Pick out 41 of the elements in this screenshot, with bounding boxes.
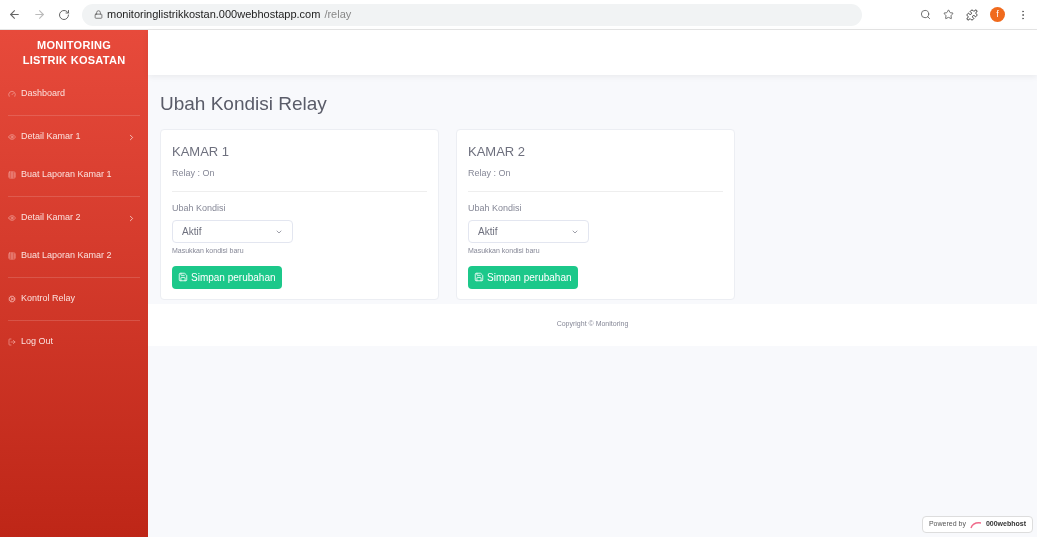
address-bar[interactable]: monitoringlistrikkostan.000webhostapp.com /relay	[82, 3, 862, 26]
back-icon[interactable]	[8, 8, 21, 21]
card-title: KAMAR 2	[468, 142, 527, 161]
gear-icon	[8, 295, 16, 303]
relay-status: Relay : On	[468, 167, 512, 180]
sidebar-item[interactable]: Buat Laporan Kamar 1	[8, 156, 140, 194]
sidebar-item[interactable]: Detail Kamar 2	[8, 199, 140, 237]
sidebar-item[interactable]: Kontrol Relay	[8, 280, 140, 318]
eye-icon	[8, 133, 16, 141]
puzzle-icon[interactable]	[966, 8, 978, 21]
page-title: Ubah Kondisi Relay	[160, 92, 328, 116]
logout-icon	[8, 338, 16, 346]
chevron-icon	[127, 213, 136, 223]
relay-status: Relay : On	[172, 167, 216, 180]
save-icon	[474, 272, 484, 282]
profile-avatar[interactable]: f	[990, 7, 1005, 22]
logo-icon	[969, 520, 982, 529]
lock-icon	[94, 10, 103, 19]
field-label: Ubah Kondisi	[468, 201, 523, 215]
sidebar-item[interactable]: Buat Laporan Kamar 2	[8, 237, 140, 275]
sidebar-item[interactable]: Dashboard	[8, 75, 140, 113]
card-title: KAMAR 1	[172, 142, 231, 161]
condition-select[interactable]: Aktif	[172, 220, 293, 243]
save-button[interactable]: Simpan perubahan	[468, 265, 578, 289]
gauge-icon	[8, 90, 16, 98]
url-path: /relay	[324, 7, 352, 23]
star-icon[interactable]	[943, 9, 954, 20]
save-icon	[178, 272, 188, 282]
eye-icon	[8, 214, 16, 222]
url-host: monitoringlistrikkostan.000webhostapp.com	[107, 7, 321, 23]
table-icon	[8, 171, 16, 179]
zoom-icon[interactable]	[920, 9, 931, 20]
condition-select[interactable]: Aktif	[468, 220, 589, 243]
chevron-icon	[127, 132, 136, 142]
reload-icon[interactable]	[58, 8, 70, 21]
sidebar-item[interactable]: Detail Kamar 1	[8, 118, 140, 156]
sidebar-item[interactable]: Log Out	[8, 323, 140, 361]
table-icon	[8, 252, 16, 260]
save-button[interactable]: Simpan perubahan	[172, 265, 282, 289]
field-label: Ubah Kondisi	[172, 201, 227, 215]
brand-title[interactable]: MONITORING LISTRIK KOSATAN	[8, 30, 140, 75]
